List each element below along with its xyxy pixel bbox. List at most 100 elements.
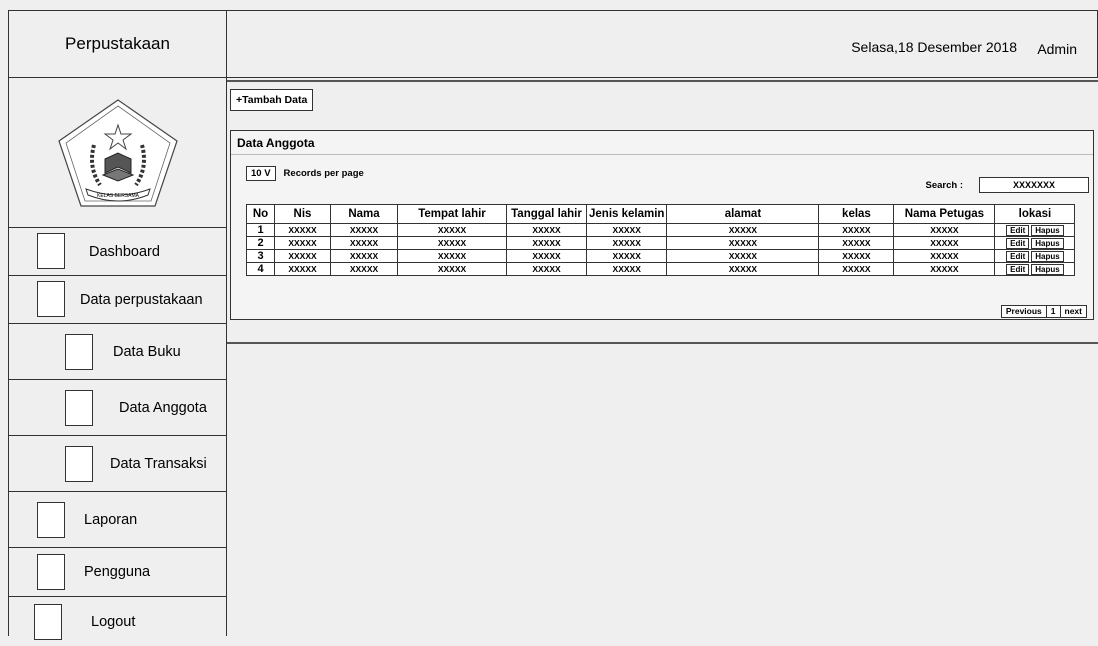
next-page-button[interactable]: next bbox=[1059, 306, 1086, 317]
cell-kelas: XXXXX bbox=[818, 223, 895, 237]
logout-icon bbox=[34, 604, 62, 640]
panel-title: Data Anggota bbox=[231, 131, 1093, 155]
nav-dashboard[interactable]: Dashboard bbox=[9, 228, 226, 276]
table-row: 1 XXXXX XXXXX XXXXX XXXXX XXXXX XXXXX XX… bbox=[246, 223, 1076, 237]
svg-text:KELAS BERSAMA: KELAS BERSAMA bbox=[97, 193, 140, 199]
delete-button[interactable]: Hapus bbox=[1031, 224, 1064, 236]
nav-pengguna[interactable]: Pengguna bbox=[9, 548, 226, 597]
delete-button[interactable]: Hapus bbox=[1031, 263, 1064, 275]
pengguna-icon bbox=[37, 554, 65, 590]
delete-button[interactable]: Hapus bbox=[1031, 250, 1064, 262]
cell-tanggal-lahir: XXXXX bbox=[506, 262, 587, 276]
col-alamat: alamat bbox=[666, 204, 820, 224]
nav-laporan-label: Laporan bbox=[84, 511, 138, 528]
cell-nis: XXXXX bbox=[274, 262, 331, 276]
user-name[interactable]: Admin bbox=[1037, 41, 1077, 57]
table-header-row: No Nis Nama Tempat lahir Tanggal lahir J… bbox=[246, 204, 1076, 224]
cell-nama: XXXXX bbox=[330, 223, 398, 237]
col-nama-petugas: Nama Petugas bbox=[893, 204, 996, 224]
data-buku-icon bbox=[65, 334, 93, 370]
app-brand: Perpustakaan bbox=[8, 10, 227, 78]
page-number-button[interactable]: 1 bbox=[1045, 306, 1060, 317]
cell-alamat: XXXXX bbox=[666, 236, 820, 250]
col-tanggal-lahir: Tanggal lahir bbox=[506, 204, 587, 224]
col-tempat-lahir: Tempat lahir bbox=[397, 204, 507, 224]
nav-data-perpustakaan-label: Data perpustakaan bbox=[80, 291, 203, 308]
cell-nama-petugas: XXXXX bbox=[893, 236, 996, 250]
records-select[interactable]: 10 V bbox=[246, 166, 276, 181]
cell-actions: Edit Hapus bbox=[994, 249, 1076, 263]
records-per-page: 10 V Records per page bbox=[246, 166, 364, 181]
search-input[interactable]: XXXXXXX bbox=[979, 177, 1089, 193]
member-table: No Nis Nama Tempat lahir Tanggal lahir J… bbox=[246, 204, 1076, 276]
col-nis: Nis bbox=[274, 204, 331, 224]
cell-kelas: XXXXX bbox=[818, 262, 895, 276]
cell-no: 2 bbox=[246, 236, 275, 250]
col-lokasi: lokasi bbox=[994, 204, 1076, 224]
cell-jenis-kelamin: XXXXX bbox=[585, 223, 668, 237]
records-label: Records per page bbox=[283, 168, 364, 179]
emblem-logo-icon: KELAS BERSAMA bbox=[57, 98, 178, 207]
table-row: 4 XXXXX XXXXX XXXXX XXXXX XXXXX XXXXX XX… bbox=[246, 262, 1076, 276]
current-date: Selasa,18 Desember 2018 bbox=[851, 39, 1017, 55]
cell-no: 1 bbox=[246, 223, 275, 237]
member-panel: Data Anggota 10 V Records per page Searc… bbox=[230, 130, 1094, 320]
cell-alamat: XXXXX bbox=[666, 223, 820, 237]
nav-data-transaksi[interactable]: Data Transaksi bbox=[9, 436, 226, 492]
cell-tanggal-lahir: XXXXX bbox=[506, 223, 587, 237]
search-area: Search : XXXXXXX bbox=[925, 177, 1089, 193]
nav-data-transaksi-label: Data Transaksi bbox=[110, 455, 207, 472]
nav-data-buku[interactable]: Data Buku bbox=[9, 324, 226, 380]
app-title: Perpustakaan bbox=[65, 34, 170, 53]
cell-jenis-kelamin: XXXXX bbox=[585, 249, 668, 263]
data-anggota-icon bbox=[65, 390, 93, 426]
cell-tempat-lahir: XXXXX bbox=[397, 236, 507, 250]
cell-tanggal-lahir: XXXXX bbox=[506, 249, 587, 263]
cell-nama-petugas: XXXXX bbox=[893, 223, 996, 237]
cell-tempat-lahir: XXXXX bbox=[397, 223, 507, 237]
cell-tempat-lahir: XXXXX bbox=[397, 249, 507, 263]
cell-jenis-kelamin: XXXXX bbox=[585, 236, 668, 250]
content-bottom-divider bbox=[227, 342, 1098, 344]
col-jenis-kelamin: Jenis kelamin bbox=[585, 204, 668, 224]
data-transaksi-icon bbox=[65, 446, 93, 482]
cell-nis: XXXXX bbox=[274, 236, 331, 250]
table-row: 2 XXXXX XXXXX XXXXX XXXXX XXXXX XXXXX XX… bbox=[246, 236, 1076, 250]
nav-laporan[interactable]: Laporan bbox=[9, 492, 226, 548]
nav-dashboard-label: Dashboard bbox=[89, 243, 160, 260]
col-no: No bbox=[246, 204, 275, 224]
edit-button[interactable]: Edit bbox=[1006, 263, 1030, 275]
nav-logout[interactable]: Logout bbox=[9, 597, 226, 646]
delete-button[interactable]: Hapus bbox=[1031, 237, 1064, 249]
logo-area: KELAS BERSAMA bbox=[9, 78, 226, 228]
add-data-button[interactable]: +Tambah Data bbox=[230, 89, 314, 111]
cell-nis: XXXXX bbox=[274, 223, 331, 237]
edit-button[interactable]: Edit bbox=[1006, 250, 1030, 262]
cell-nama: XXXXX bbox=[330, 249, 398, 263]
cell-tanggal-lahir: XXXXX bbox=[506, 236, 587, 250]
cell-alamat: XXXXX bbox=[666, 262, 820, 276]
table-row: 3 XXXXX XXXXX XXXXX XXXXX XXXXX XXXXX XX… bbox=[246, 249, 1076, 263]
search-label: Search : bbox=[925, 179, 964, 191]
nav-data-buku-label: Data Buku bbox=[113, 343, 181, 360]
cell-kelas: XXXXX bbox=[818, 236, 895, 250]
nav-data-perpustakaan[interactable]: Data perpustakaan bbox=[9, 276, 226, 324]
cell-kelas: XXXXX bbox=[818, 249, 895, 263]
cell-jenis-kelamin: XXXXX bbox=[585, 262, 668, 276]
col-kelas: kelas bbox=[818, 204, 895, 224]
cell-actions: Edit Hapus bbox=[994, 262, 1076, 276]
pagination: Previous 1 next bbox=[1000, 305, 1087, 318]
previous-page-button[interactable]: Previous bbox=[1002, 306, 1046, 317]
dashboard-icon bbox=[37, 233, 65, 269]
data-perpustakaan-icon bbox=[37, 281, 65, 317]
content-divider bbox=[227, 80, 1098, 82]
top-bar: Selasa,18 Desember 2018 Admin bbox=[227, 10, 1098, 78]
cell-actions: Edit Hapus bbox=[994, 223, 1076, 237]
laporan-icon bbox=[37, 502, 65, 538]
nav-data-anggota[interactable]: Data Anggota bbox=[9, 380, 226, 436]
nav-pengguna-label: Pengguna bbox=[84, 564, 151, 580]
edit-button[interactable]: Edit bbox=[1006, 224, 1030, 236]
cell-no: 4 bbox=[246, 262, 275, 276]
cell-nama-petugas: XXXXX bbox=[893, 262, 996, 276]
edit-button[interactable]: Edit bbox=[1006, 237, 1030, 249]
